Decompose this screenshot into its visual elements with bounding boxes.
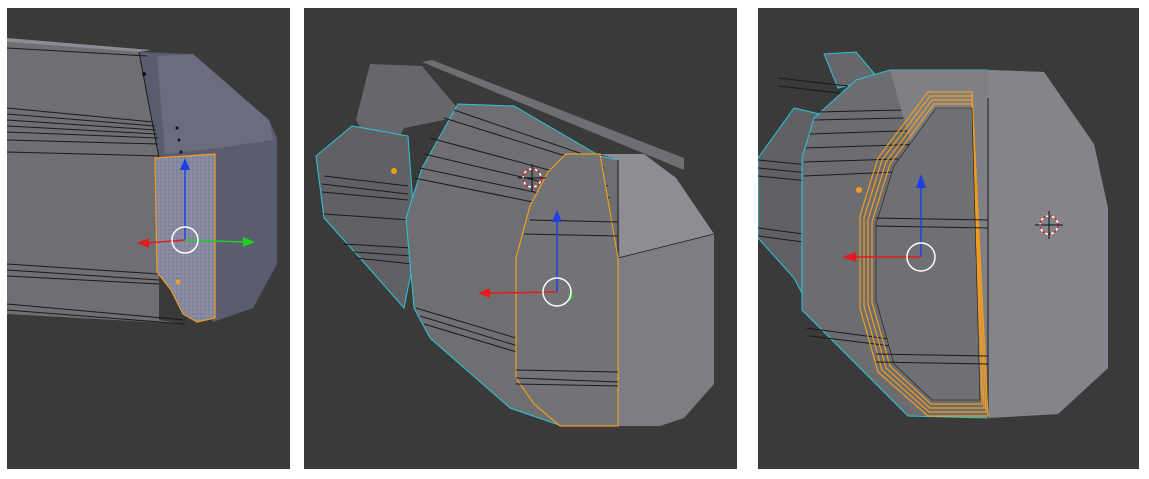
- mesh-object: [315, 60, 715, 427]
- viewport-3[interactable]: [758, 8, 1139, 469]
- viewport-3-canvas[interactable]: [758, 8, 1139, 469]
- viewport-1[interactable]: [7, 8, 290, 469]
- viewport-1-canvas[interactable]: [7, 8, 290, 469]
- viewport-2[interactable]: [304, 8, 737, 469]
- viewport-2-canvas[interactable]: [304, 8, 737, 469]
- origin-dot: [175, 279, 181, 285]
- mesh-object: [7, 38, 277, 325]
